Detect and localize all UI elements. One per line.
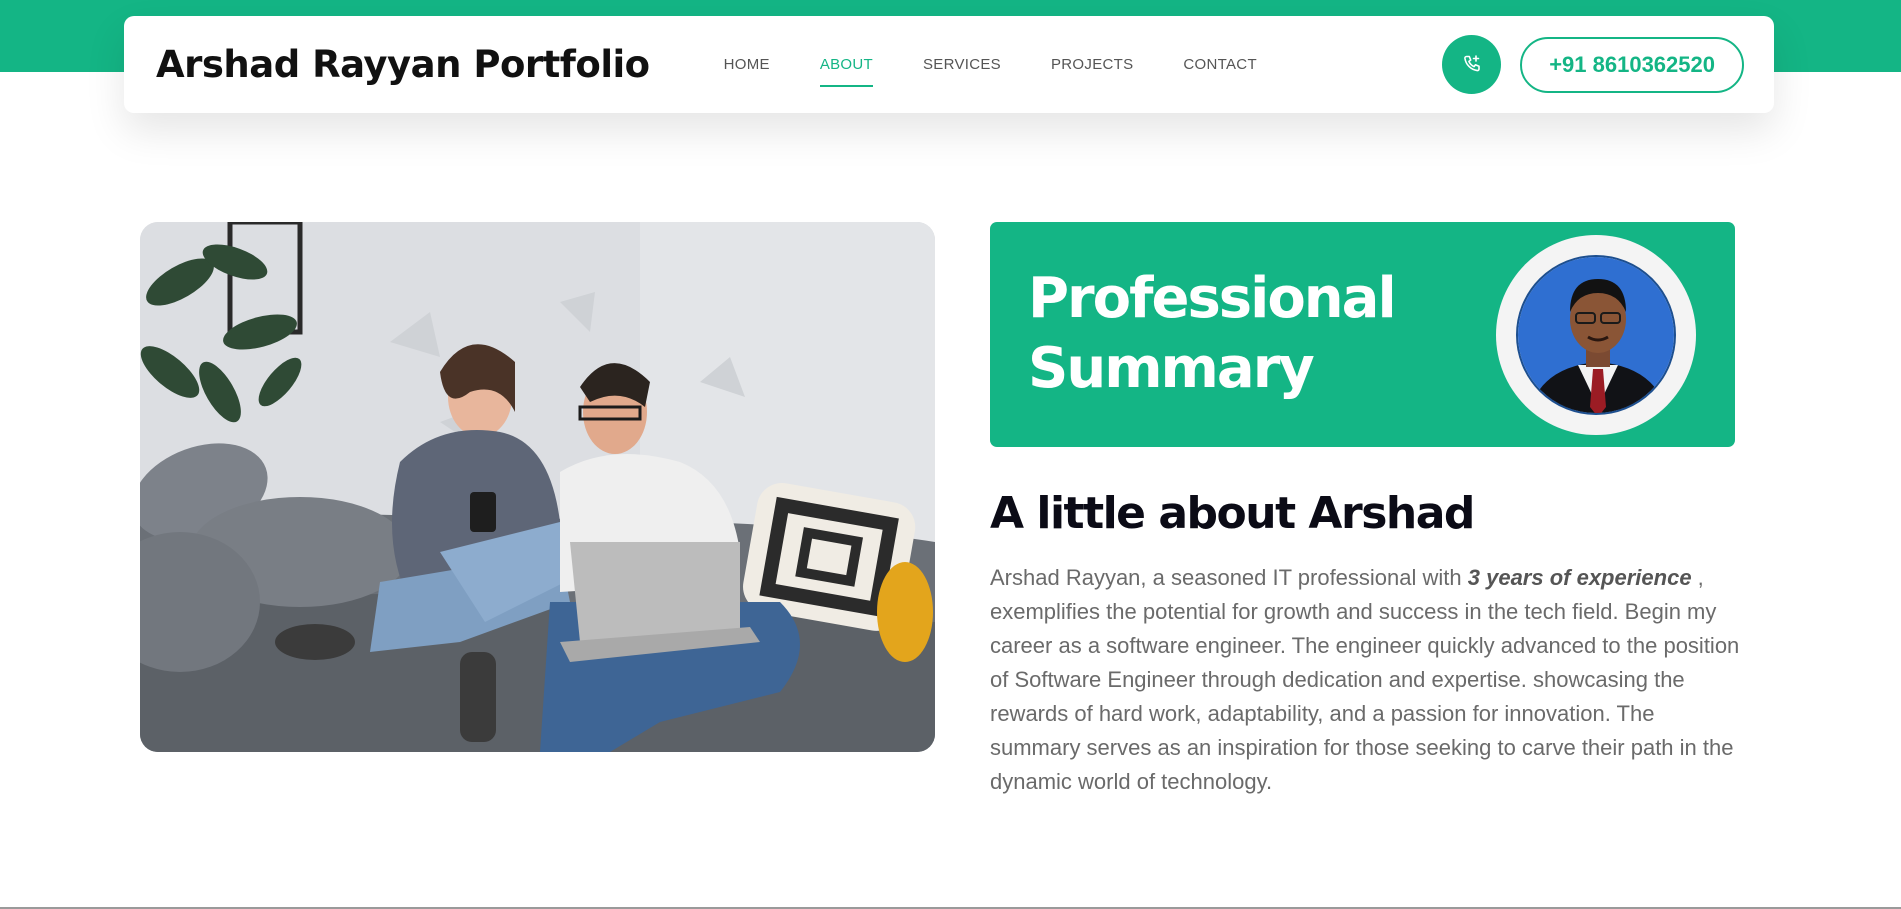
about-text-intro: Arshad Rayyan, a seasoned IT professiona… bbox=[990, 565, 1468, 590]
profile-photo bbox=[1516, 255, 1676, 415]
phone-plus-icon bbox=[1463, 54, 1480, 71]
nav-home[interactable]: HOME bbox=[724, 16, 770, 113]
summary-title-line1: Professional bbox=[1028, 266, 1397, 331]
couple-on-sofa-photo bbox=[140, 222, 935, 752]
experience-highlight: 3 years of experience bbox=[1467, 565, 1698, 590]
summary-title-line2: Summary bbox=[1028, 336, 1315, 401]
nav-contact[interactable]: CONTACT bbox=[1183, 16, 1256, 113]
about-heading: A little about Arshad bbox=[990, 488, 1475, 539]
summary-title: Professional Summary bbox=[1028, 264, 1448, 404]
site-header: Arshad Rayyan Portfolio HOME ABOUT SERVI… bbox=[124, 16, 1774, 113]
nav-about[interactable]: ABOUT bbox=[819, 16, 874, 113]
phone-number-button[interactable]: +91 8610362520 bbox=[1520, 36, 1744, 93]
main-nav: HOME ABOUT SERVICES PROJECTS CONTACT bbox=[724, 16, 1307, 113]
brand-title[interactable]: Arshad Rayyan Portfolio bbox=[156, 43, 650, 86]
about-paragraph: Arshad Rayyan, a seasoned IT professiona… bbox=[990, 561, 1740, 799]
professional-summary-banner: Professional Summary bbox=[990, 222, 1735, 447]
nav-services[interactable]: SERVICES bbox=[923, 16, 1001, 113]
header-contact: +91 8610362520 bbox=[1442, 35, 1744, 94]
about-text-body: , exemplifies the potential for growth a… bbox=[990, 565, 1740, 794]
nav-projects[interactable]: PROJECTS bbox=[1051, 16, 1133, 113]
avatar-ring bbox=[1496, 235, 1696, 435]
call-button[interactable] bbox=[1442, 35, 1502, 94]
